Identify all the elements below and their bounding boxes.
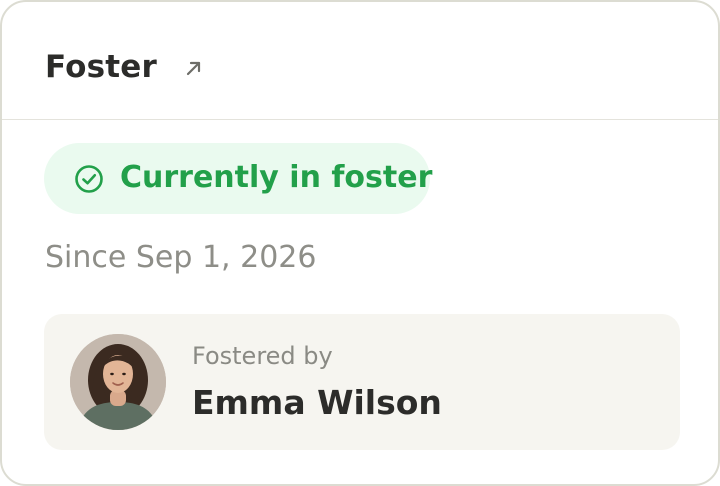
card-header: Foster [2,2,718,120]
foster-start-date: Since Sep 1, 2026 [45,240,317,275]
fostered-by-label: Fostered by [192,342,333,370]
card-title: Foster [45,49,158,85]
check-circle-icon [74,164,104,194]
status-badge: Currently in foster [44,143,433,214]
fosterer-name: Emma Wilson [192,383,442,422]
avatar [70,334,166,430]
arrow-up-right-icon [182,56,206,80]
status-label: Currently in foster [120,160,433,195]
open-foster-link[interactable] [182,56,206,80]
fosterer-panel: Fostered by Emma Wilson [44,314,680,450]
foster-card: Foster Currently in foster Since Sep 1, … [0,0,720,486]
